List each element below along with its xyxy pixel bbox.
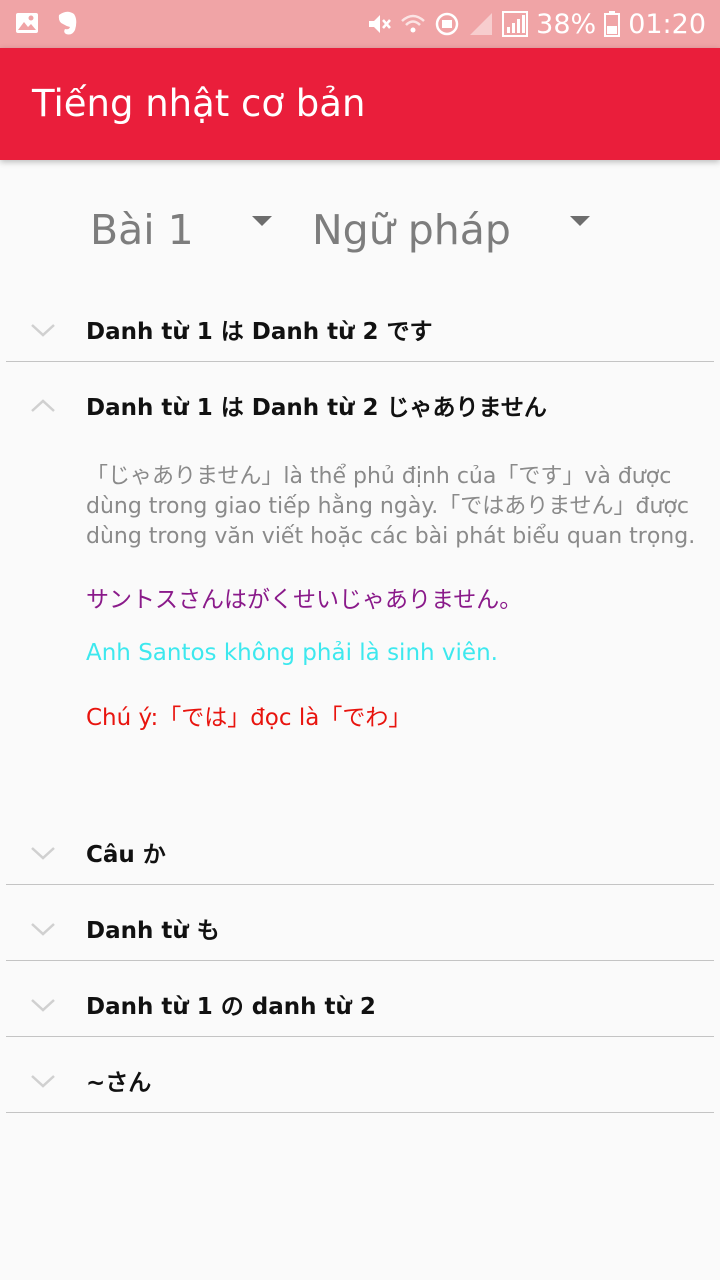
grammar-group-header[interactable]: Danh từ 1 の danh từ 2 [0,975,720,1051]
dropdown-arrow-icon [570,216,590,226]
grammar-group-title: Danh từ 1 の danh từ 2 [86,994,376,1020]
clock: 01:20 [628,8,706,40]
signal-weak-icon [470,13,493,35]
divider [6,1036,714,1037]
wifi-icon [401,14,426,33]
battery-icon [604,11,621,37]
chevron-down-icon [31,999,55,1012]
grammar-group-title: Câu か [86,842,166,868]
chevron-down-icon [31,1075,55,1088]
grammar-group-title: Danh từ 1 は Danh từ 2 じゃありません [86,395,547,421]
category-spinner-value: Ngữ pháp [312,206,511,254]
chevron-up-icon [31,399,55,412]
chevron-down-icon [31,324,55,337]
chevron-down-icon [31,847,55,860]
signal-icon [502,11,529,37]
grammar-group-title: ~さん [86,1070,152,1096]
chevron-down-icon [31,923,55,936]
app-title: Tiếng nhật cơ bản [32,82,366,125]
divider [6,884,714,885]
grammar-group-header[interactable]: Câu か [0,823,720,899]
example-japanese: サントスさんはがくせいじゃありません。 [86,587,523,613]
divider [6,1112,714,1113]
grammar-group-title: Danh từ も [86,918,220,944]
mute-icon [369,15,392,33]
grammar-explanation: 「じゃありません」là thể phủ định của「です」và được … [86,464,696,549]
grammar-group-title: Danh từ 1 は Danh từ 2 です [86,319,433,345]
grammar-group-header[interactable]: Danh từ 1 は Danh từ 2 じゃありません [0,376,720,452]
lesson-spinner[interactable]: Bài 1 [90,200,290,264]
example-translation: Anh Santos không phải là sinh viên. [86,640,498,666]
grammar-group-header[interactable]: ~さん [0,1051,720,1127]
lesson-spinner-value: Bài 1 [90,206,194,254]
gallery-icon [16,13,38,33]
battery-percent: 38% [536,8,597,40]
app-bar: Tiếng nhật cơ bản [0,48,720,160]
grammar-note: Chú ý:「では」đọc là「でわ」 [86,705,412,731]
evernote-icon [58,11,77,35]
grammar-group-header[interactable]: Danh từ も [0,899,720,975]
vpn-icon [435,12,459,36]
status-bar: 38% 01:20 [0,0,720,48]
grammar-group-header[interactable]: Danh từ 1 は Danh từ 2 です [0,300,720,376]
divider [6,361,714,362]
category-spinner[interactable]: Ngữ pháp [312,200,602,264]
dropdown-arrow-icon [252,216,272,226]
divider [6,960,714,961]
